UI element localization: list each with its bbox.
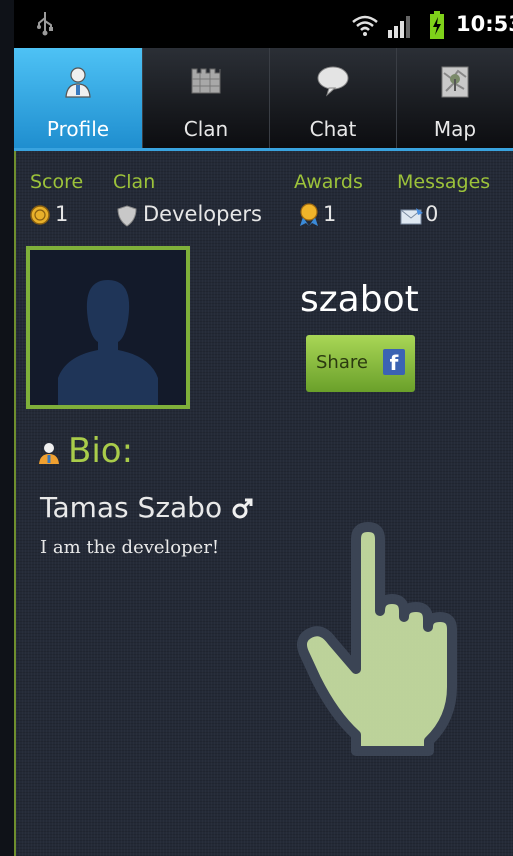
avatar[interactable] bbox=[26, 246, 190, 409]
tab-chat[interactable]: Chat bbox=[269, 48, 396, 148]
coin-icon bbox=[30, 205, 50, 225]
tab-profile[interactable]: Profile bbox=[14, 48, 142, 148]
tab-bar: Profile Clan Chat Map bbox=[14, 48, 513, 151]
awards-value: 1 bbox=[323, 202, 337, 226]
profile-icon bbox=[65, 67, 91, 98]
bio-heading: Bio: bbox=[68, 431, 134, 471]
tab-label: Map bbox=[433, 117, 477, 141]
score-label: Score bbox=[30, 171, 84, 193]
signal-icon bbox=[388, 16, 410, 38]
facebook-icon: f bbox=[383, 349, 405, 375]
share-facebook-button[interactable]: Share f bbox=[306, 335, 415, 392]
envelope-icon bbox=[400, 208, 423, 225]
status-bar: 10:53 bbox=[14, 0, 513, 48]
tab-map[interactable]: Map bbox=[396, 48, 513, 148]
bio-text: I am the developer! bbox=[40, 537, 220, 558]
tab-clan[interactable]: Clan bbox=[142, 48, 269, 148]
tab-label: Profile bbox=[46, 117, 110, 141]
messages-value: 0 bbox=[425, 202, 439, 226]
shield-icon bbox=[117, 205, 137, 227]
tab-label: Clan bbox=[183, 117, 229, 141]
wifi-icon bbox=[352, 15, 378, 36]
username: szabot bbox=[300, 279, 419, 320]
person-icon bbox=[39, 443, 59, 464]
battery-charging-icon bbox=[430, 11, 444, 39]
clan-label: Clan bbox=[113, 171, 156, 193]
award-medal-icon bbox=[300, 203, 318, 226]
score-value: 1 bbox=[55, 202, 69, 226]
user-silhouette-icon bbox=[58, 280, 158, 405]
clan-value: Developers bbox=[143, 202, 262, 226]
tab-label: Chat bbox=[309, 117, 357, 141]
pointing-hand-icon bbox=[297, 522, 457, 756]
chat-bubble-icon bbox=[317, 66, 349, 97]
usb-icon bbox=[37, 12, 53, 36]
share-label: Share bbox=[316, 352, 368, 373]
male-gender-icon bbox=[232, 498, 253, 519]
full-name: Tamas Szabo bbox=[40, 491, 223, 524]
status-time: 10:53 bbox=[456, 12, 513, 36]
castle-icon bbox=[191, 68, 221, 94]
messages-label: Messages bbox=[397, 171, 491, 193]
awards-label: Awards bbox=[294, 171, 363, 193]
map-icon bbox=[441, 66, 469, 98]
profile-panel: Score 1 Clan Developers Awards 1 Message… bbox=[14, 151, 513, 856]
